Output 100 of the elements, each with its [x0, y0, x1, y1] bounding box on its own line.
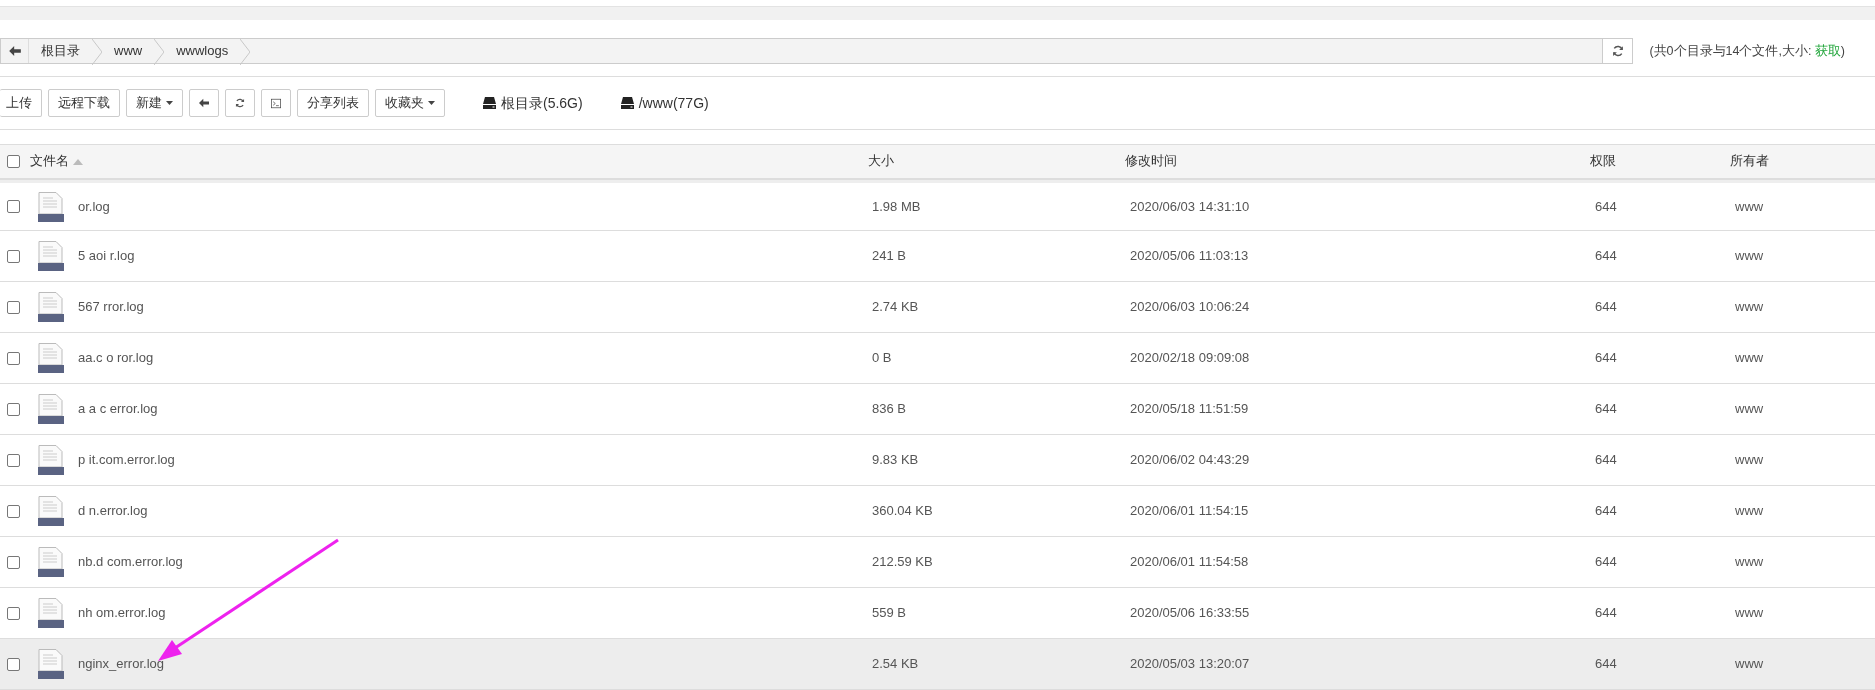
row-checkbox[interactable] [7, 300, 20, 314]
file-name[interactable]: nb.d com.error.log [78, 552, 183, 572]
file-row[interactable]: d n.error.log 360.04 KB 2020/06/01 11:54:15 644 www [0, 486, 1875, 537]
log-file-icon [38, 241, 64, 271]
breadcrumb-item[interactable]: wwwlogs [164, 39, 241, 63]
modified-time: 2020/06/03 10:06:24 [1130, 299, 1250, 315]
directory-summary: (共0个目录与14个文件,大小: 获取) [1649, 42, 1845, 60]
log-file-icon [38, 292, 64, 322]
row-checkbox[interactable] [7, 606, 20, 620]
disk-usage-link[interactable]: 根目录(5.6G) [501, 92, 583, 114]
toolbar-button[interactable]: 上传 [0, 89, 42, 117]
owner: www [1735, 350, 1764, 366]
toolbar-button[interactable]: 远程下载 [48, 89, 120, 117]
modified-time: 2020/06/01 11:54:58 [1130, 554, 1249, 570]
owner: www [1735, 401, 1764, 417]
owner: www [1735, 248, 1764, 264]
log-file-icon [38, 394, 64, 424]
toolbar-button[interactable]: 分享列表 [297, 89, 369, 117]
row-checkbox[interactable] [7, 504, 20, 518]
file-name[interactable]: p it.com.error.log [78, 450, 175, 470]
permission: 644 [1595, 503, 1617, 519]
permission: 644 [1595, 605, 1617, 621]
disk-icon [620, 97, 634, 109]
owner: www [1735, 605, 1764, 621]
file-size: 559 B [872, 605, 906, 621]
terminal-icon [271, 96, 281, 110]
row-checkbox[interactable] [7, 200, 20, 213]
owner: www [1735, 656, 1764, 672]
terminal-button[interactable] [261, 89, 291, 117]
owner: www [1735, 554, 1764, 570]
log-file-icon [38, 547, 64, 577]
refresh-icon [235, 97, 245, 109]
permission: 644 [1595, 656, 1617, 672]
row-checkbox[interactable] [7, 351, 20, 365]
permission: 644 [1595, 198, 1617, 214]
column-header[interactable]: 所有者 [1730, 152, 1769, 171]
permission: 644 [1595, 350, 1617, 366]
file-row[interactable]: aa.c o ror.log 0 B 2020/02/18 09:09:08 644 www [0, 333, 1875, 384]
back-button[interactable] [189, 89, 219, 117]
file-size: 9.83 KB [872, 452, 919, 468]
file-name[interactable]: or.log [78, 196, 110, 217]
permission: 644 [1595, 248, 1617, 264]
row-checkbox[interactable] [7, 402, 20, 416]
file-row[interactable]: p it.com.error.log 9.83 KB 2020/06/02 04:43:29 644 www [0, 435, 1875, 486]
owner: www [1735, 503, 1764, 519]
column-header[interactable]: 文件名 [30, 152, 69, 171]
column-header[interactable]: 权限 [1590, 154, 1616, 169]
column-header[interactable]: 修改时间 [1125, 154, 1177, 169]
file-row[interactable]: 5 aoi r.log 241 B 2020/05/06 11:03:13 644 www [0, 231, 1875, 282]
back-icon [8, 46, 21, 56]
refresh-button[interactable] [1603, 38, 1634, 64]
dropdown-button[interactable]: 收藏夹 [375, 89, 445, 117]
disk-icon [483, 97, 496, 109]
column-header[interactable]: 大小 [868, 154, 894, 169]
permission: 644 [1595, 452, 1617, 468]
file-row[interactable]: a a c error.log 836 B 2020/05/18 11:51:59 644 www [0, 384, 1875, 435]
dropdown-button[interactable]: 新建 [126, 89, 183, 117]
log-file-icon [38, 649, 64, 679]
file-name[interactable]: d n.error.log [78, 501, 148, 521]
log-file-icon [38, 445, 64, 475]
modified-time: 2020/05/18 11:51:59 [1130, 401, 1249, 417]
log-file-icon [38, 598, 64, 628]
select-all-checkbox[interactable] [7, 155, 20, 168]
file-size: 2.54 KB [872, 656, 919, 672]
file-name[interactable]: 5 aoi r.log [78, 246, 135, 266]
file-name[interactable]: nginx_error.log [78, 654, 164, 674]
breadcrumb-item[interactable]: 根目录 [29, 39, 92, 63]
refresh-button[interactable] [225, 89, 255, 117]
breadcrumb-item[interactable]: www [102, 39, 155, 63]
modified-time: 2020/06/02 04:43:29 [1130, 452, 1250, 468]
log-file-icon [38, 191, 64, 222]
modified-time: 2020/05/06 11:03:13 [1130, 248, 1249, 264]
modified-time: 2020/06/01 11:54:15 [1130, 503, 1249, 519]
disk-usage-link[interactable]: /www(77G) [638, 92, 709, 114]
owner: www [1735, 299, 1764, 315]
owner: www [1735, 452, 1764, 468]
file-size: 360.04 KB [872, 503, 933, 519]
row-checkbox[interactable] [7, 657, 20, 671]
file-size: 1.98 MB [872, 198, 921, 214]
file-name[interactable]: 567 rror.log [78, 297, 144, 317]
row-checkbox[interactable] [7, 249, 20, 263]
file-size: 2.74 KB [872, 299, 919, 315]
owner: www [1735, 198, 1764, 214]
file-row[interactable]: 567 rror.log 2.74 KB 2020/06/03 10:06:24 644 www [0, 282, 1875, 333]
modified-time: 2020/02/18 09:09:08 [1130, 350, 1250, 366]
file-name[interactable]: a a c error.log [78, 399, 158, 419]
row-checkbox[interactable] [7, 555, 20, 569]
back-icon [199, 97, 209, 109]
file-name[interactable]: aa.c o ror.log [78, 348, 154, 368]
caret-icon [428, 101, 435, 105]
file-size: 0 B [872, 350, 892, 366]
modified-time: 2020/05/03 13:20:07 [1130, 656, 1250, 672]
row-checkbox[interactable] [7, 453, 20, 467]
permission: 644 [1595, 554, 1617, 570]
file-row[interactable]: nginx_error.log 2.54 KB 2020/05/03 13:20:07 644 www [0, 639, 1875, 690]
file-row[interactable]: or.log 1.98 MB 2020/06/03 14:31:10 644 www [0, 180, 1875, 231]
file-size: 212.59 KB [872, 554, 933, 570]
file-name[interactable]: nh om.error.log [78, 603, 166, 623]
file-row[interactable]: nb.d com.error.log 212.59 KB 2020/06/01 11:54:58 644 www [0, 537, 1875, 588]
log-file-icon [38, 496, 64, 526]
